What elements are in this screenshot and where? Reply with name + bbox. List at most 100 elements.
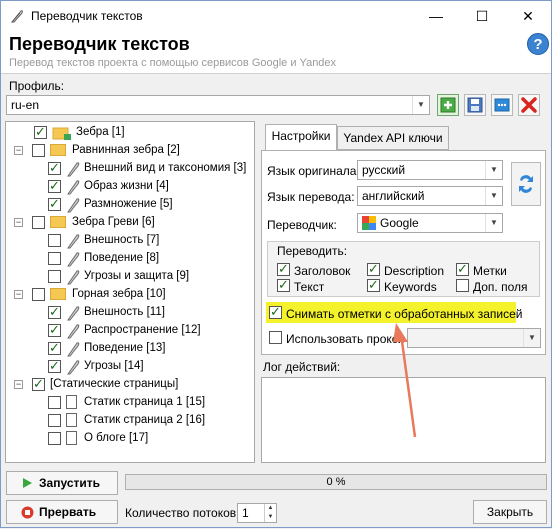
tree-item-label: Угрозы и защита [9] bbox=[84, 270, 190, 282]
target-language-value: английский bbox=[362, 189, 425, 203]
title-checkbox[interactable] bbox=[277, 261, 290, 277]
tree-checkbox[interactable] bbox=[48, 160, 61, 176]
tree-checkbox[interactable] bbox=[32, 216, 45, 229]
delete-profile-button[interactable] bbox=[518, 94, 540, 116]
page-subtitle: Перевод текстов проекта с помощью сервис… bbox=[9, 57, 337, 69]
tree-item[interactable]: О блоге [17] bbox=[48, 431, 253, 447]
tree-item-label: Угрозы [14] bbox=[84, 360, 144, 372]
extra-fields-option-label: Доп. поля bbox=[473, 280, 528, 294]
target-language-label: Язык перевода: bbox=[267, 190, 355, 204]
translator-label: Переводчик: bbox=[267, 218, 337, 232]
log-textarea[interactable] bbox=[261, 377, 546, 463]
progress-text: 0 % bbox=[326, 476, 346, 488]
tree-item[interactable]: Зебра Греви [6] bbox=[32, 215, 242, 231]
tree-item[interactable]: Внешность [11] bbox=[48, 304, 253, 321]
tree-checkbox[interactable] bbox=[48, 234, 61, 247]
article-tree[interactable]: Зебра [1] − Равнинная зебра [2] Внешний … bbox=[5, 121, 255, 463]
threads-stepper[interactable]: 1 ▲ ▼ bbox=[237, 503, 277, 523]
tab-yandex-api-keys[interactable]: Yandex API ключи bbox=[337, 126, 449, 150]
profile-options-button[interactable] bbox=[491, 94, 513, 116]
start-button[interactable]: Запустить bbox=[6, 471, 118, 495]
tree-checkbox[interactable] bbox=[48, 358, 61, 374]
header-divider bbox=[1, 73, 551, 74]
tree-checkbox[interactable] bbox=[34, 124, 47, 140]
tree-checkbox[interactable] bbox=[32, 144, 45, 157]
chevron-down-icon: ▼ bbox=[412, 96, 429, 114]
close-button[interactable]: Закрыть bbox=[473, 500, 547, 524]
tree-item[interactable]: Поведение [13] bbox=[48, 340, 253, 357]
feather-icon bbox=[67, 270, 80, 285]
header: Переводчик текстов Перевод текстов проек… bbox=[1, 31, 551, 73]
tree-item[interactable]: Распространение [12] bbox=[48, 322, 253, 339]
tree-checkbox[interactable] bbox=[48, 396, 61, 409]
folder-icon bbox=[50, 216, 66, 228]
chevron-down-icon: ▼ bbox=[485, 187, 502, 205]
tree-item[interactable]: Зебра [1] bbox=[34, 124, 244, 141]
profile-select[interactable]: ru-en ▼ bbox=[6, 95, 430, 115]
window-close-button[interactable]: ✕ bbox=[505, 1, 551, 31]
chevron-up-icon[interactable]: ▲ bbox=[264, 504, 276, 513]
swap-icon bbox=[519, 175, 533, 193]
description-checkbox[interactable] bbox=[367, 261, 380, 277]
tree-item[interactable]: Внешний вид и таксономия [3] bbox=[48, 160, 253, 177]
collapse-icon[interactable]: − bbox=[14, 380, 23, 389]
tags-checkbox[interactable] bbox=[456, 261, 469, 277]
collapse-icon[interactable]: − bbox=[14, 290, 23, 299]
add-profile-button[interactable] bbox=[437, 94, 459, 116]
tree-item-label: Внешность [11] bbox=[84, 306, 165, 318]
tree-item[interactable]: Образ жизни [4] bbox=[48, 178, 253, 195]
save-profile-button[interactable] bbox=[464, 94, 486, 116]
tree-checkbox[interactable] bbox=[48, 304, 61, 320]
source-language-select[interactable]: русский ▼ bbox=[357, 160, 503, 180]
tree-checkbox[interactable] bbox=[48, 322, 61, 338]
target-language-select[interactable]: английский ▼ bbox=[357, 186, 503, 206]
translator-value: Google bbox=[380, 216, 419, 230]
swap-languages-button[interactable] bbox=[511, 162, 541, 206]
tree-checkbox[interactable] bbox=[48, 178, 61, 194]
tree-item[interactable]: Равнинная зебра [2] bbox=[32, 143, 242, 159]
tree-item[interactable]: Поведение [8] bbox=[48, 251, 253, 267]
abort-button[interactable]: Прервать bbox=[6, 500, 118, 524]
text-checkbox[interactable] bbox=[277, 277, 290, 293]
proxy-checkbox[interactable] bbox=[269, 331, 282, 344]
tree-item[interactable]: Статик страница 2 [16] bbox=[48, 413, 253, 429]
collapse-icon[interactable]: − bbox=[14, 146, 23, 155]
tree-checkbox[interactable] bbox=[48, 414, 61, 427]
feather-icon bbox=[67, 162, 80, 177]
tab-settings[interactable]: Настройки bbox=[265, 124, 337, 151]
tree-item[interactable]: Внешность [7] bbox=[48, 233, 253, 249]
page-icon bbox=[66, 395, 77, 409]
tree-item[interactable]: Угрозы [14] bbox=[48, 358, 253, 375]
app-feather-icon bbox=[10, 10, 23, 23]
tree-item[interactable]: Размножение [5] bbox=[48, 196, 253, 213]
tree-item[interactable]: Угрозы и защита [9] bbox=[48, 269, 253, 285]
tree-checkbox[interactable] bbox=[48, 252, 61, 265]
tree-item[interactable]: [Статические страницы] bbox=[32, 376, 242, 393]
extra-fields-checkbox[interactable] bbox=[456, 279, 469, 292]
source-language-label: Язык оригинала: bbox=[267, 164, 360, 178]
tree-item-label: Статик страница 2 [16] bbox=[84, 414, 206, 426]
tree-item[interactable]: Горная зебра [10] bbox=[32, 287, 242, 303]
tree-checkbox[interactable] bbox=[48, 270, 61, 283]
tree-checkbox[interactable] bbox=[48, 340, 61, 356]
help-icon[interactable]: ? bbox=[527, 33, 549, 55]
abort-button-label: Прервать bbox=[39, 505, 97, 519]
tree-item-label: Внешний вид и таксономия [3] bbox=[84, 162, 247, 174]
tree-checkbox[interactable] bbox=[48, 196, 61, 212]
tree-item[interactable]: Статик страница 1 [15] bbox=[48, 395, 253, 411]
feather-icon bbox=[67, 324, 80, 339]
keywords-checkbox[interactable] bbox=[367, 277, 380, 293]
feather-icon bbox=[67, 360, 80, 375]
minimize-button[interactable]: — bbox=[413, 1, 459, 31]
clear-marks-checkbox[interactable] bbox=[269, 304, 282, 320]
translator-select[interactable]: Google ▼ bbox=[357, 213, 503, 233]
maximize-button[interactable]: ☐ bbox=[459, 1, 505, 31]
collapse-icon[interactable]: − bbox=[14, 218, 23, 227]
tree-checkbox[interactable] bbox=[32, 288, 45, 301]
chevron-down-icon[interactable]: ▼ bbox=[264, 513, 276, 522]
tree-checkbox[interactable] bbox=[32, 376, 45, 392]
plus-icon bbox=[440, 97, 456, 113]
tree-checkbox[interactable] bbox=[48, 432, 61, 445]
proxy-select[interactable]: ▼ bbox=[407, 328, 541, 348]
google-icon bbox=[362, 216, 376, 230]
